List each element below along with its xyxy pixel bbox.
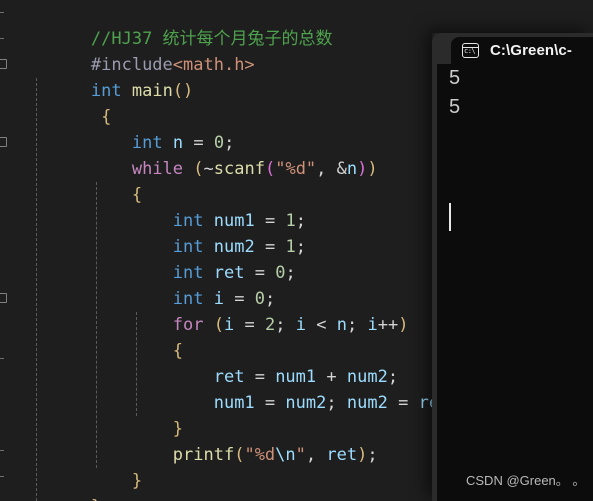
terminal-output-line: 5	[449, 96, 461, 118]
terminal-tab[interactable]: c:\ C:\Green\c-	[451, 37, 593, 64]
code-line[interactable]: //HJ37 统计每个月兔子的总数	[0, 0, 593, 49]
terminal-output-area[interactable]: 5 5 CSDN @Green。 。	[437, 64, 593, 501]
terminal-text-cursor	[449, 203, 451, 231]
watermark-text: CSDN @Green。 。	[466, 473, 586, 488]
screenshot-root: //HJ37 统计每个月兔子的总数 #include<math.h> int m…	[0, 0, 593, 501]
code-token-brace: }	[91, 497, 101, 501]
terminal-window[interactable]: c:\ C:\Green\c- 5 5 CSDN @Green。 。	[432, 33, 593, 501]
terminal-titlebar[interactable]: c:\ C:\Green\c-	[432, 33, 593, 64]
console-cmd-icon: c:\	[462, 43, 479, 58]
terminal-tab-title: C:\Green\c-	[490, 42, 572, 59]
console-cmd-icon-glyph: c:\	[464, 46, 476, 55]
terminal-output-line: 5	[449, 67, 461, 89]
